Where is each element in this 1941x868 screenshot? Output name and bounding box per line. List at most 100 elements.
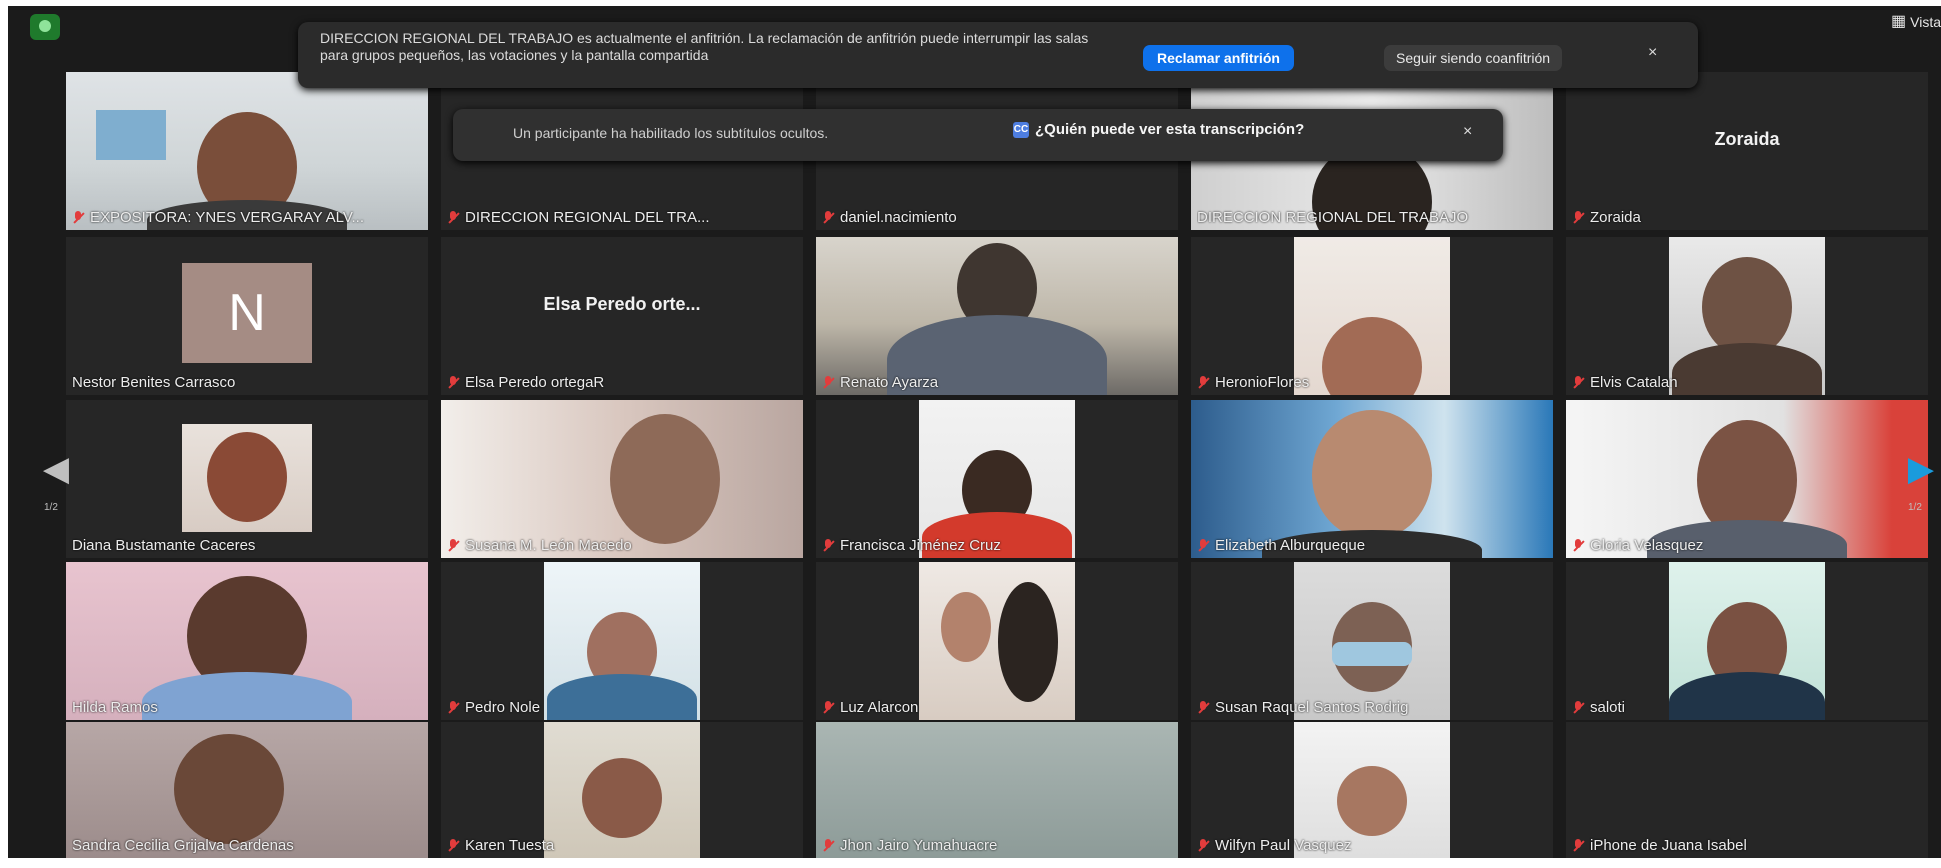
participant-name-text: saloti — [1590, 699, 1626, 716]
participant-video — [1294, 237, 1450, 395]
muted-mic-icon — [1572, 700, 1584, 715]
participant-name: iPhone de Juana Isabel — [1572, 837, 1922, 854]
participant-name-text: iPhone de Juana Isabel — [1590, 837, 1747, 854]
participant-name: Susan Raquel Santos Rodrig — [1197, 699, 1547, 716]
participant-name: Sandra Cecilia Grijalva Cardenas — [72, 837, 422, 854]
participant-tile[interactable]: Elsa Peredo orte... Elsa Peredo ortegaR — [441, 237, 803, 395]
muted-mic-icon — [447, 700, 459, 715]
participant-name-text: Susan Raquel Santos Rodrig — [1215, 699, 1409, 716]
participant-tile[interactable]: iPhone de Juana Isabel — [1566, 722, 1928, 858]
participant-video — [1566, 400, 1928, 558]
page-indicator-right: 1/2 — [1908, 502, 1922, 513]
participant-name-text: Karen Tuesta — [465, 837, 555, 854]
participant-name-text: Hilda Ramos — [72, 699, 158, 716]
participant-tile[interactable]: Karen Tuesta — [441, 722, 803, 858]
participant-name: Pedro Nole — [447, 699, 797, 716]
view-label: Vista — [1910, 14, 1941, 30]
participant-tile[interactable]: Diana Bustamante Caceres — [66, 400, 428, 558]
view-button[interactable]: ▦ Vista — [1891, 13, 1941, 31]
participant-video — [1669, 562, 1825, 720]
participant-video — [66, 562, 428, 720]
muted-mic-icon — [1572, 210, 1584, 225]
close-icon[interactable]: × — [1648, 44, 1657, 62]
participant-tile[interactable]: Francisca Jiménez Cruz — [816, 400, 1178, 558]
participant-tile[interactable]: HeronioFlores — [1191, 237, 1553, 395]
banner-message: DIRECCION REGIONAL DEL TRABAJO es actual… — [320, 30, 1089, 63]
participant-name-text: Sandra Cecilia Grijalva Cardenas — [72, 837, 294, 854]
previous-page-button[interactable]: ◀ — [36, 434, 76, 504]
close-icon[interactable]: × — [1463, 123, 1472, 141]
muted-mic-icon — [447, 375, 459, 390]
participant-name: Francisca Jiménez Cruz — [822, 537, 1172, 554]
participant-tile[interactable]: Elizabeth Alburqueque — [1191, 400, 1553, 558]
participant-name-text: Francisca Jiménez Cruz — [840, 537, 1001, 554]
participant-name: HeronioFlores — [1197, 374, 1547, 391]
cc-icon: CC — [1013, 121, 1029, 138]
face-mask — [1332, 642, 1412, 666]
muted-mic-icon — [822, 538, 834, 553]
participant-name-text: DIRECCION REGIONAL DEL TRABAJO — [1197, 209, 1469, 226]
captions-message: Un participante ha habilitado los subtít… — [513, 125, 829, 141]
remain-cohost-button[interactable]: Seguir siendo coanfitrión — [1384, 45, 1563, 71]
muted-mic-icon — [822, 210, 834, 225]
muted-mic-icon — [1197, 375, 1209, 390]
participant-tile[interactable]: N Nestor Benites Carrasco — [66, 237, 428, 395]
claim-host-button[interactable]: Reclamar anfitrión — [1143, 45, 1294, 71]
participant-name: Elizabeth Alburqueque — [1197, 537, 1547, 554]
participant-name-text: Diana Bustamante Caceres — [72, 537, 256, 554]
participant-tile[interactable]: Susana M. León Macedo — [441, 400, 803, 558]
transcript-visibility-link[interactable]: CC ¿Quién puede ver esta transcripción? — [1013, 121, 1304, 138]
participant-tile[interactable]: Susan Raquel Santos Rodrig — [1191, 562, 1553, 720]
participant-name-text: Luz Alarcon — [840, 699, 919, 716]
participant-name-text: daniel.nacimiento — [840, 209, 957, 226]
participant-video — [1669, 237, 1825, 395]
participant-video — [919, 562, 1075, 720]
zoom-meeting-window: ▦ Vista EXPOSITORA: YNES VERGARAY ALV...… — [8, 6, 1941, 858]
participant-name-text: Wilfyn Paul Vasquez — [1215, 837, 1352, 854]
page-indicator-left: 1/2 — [44, 502, 58, 513]
participant-name: Gloria Velasquez — [1572, 537, 1922, 554]
participant-display-name: Zoraida — [1714, 128, 1780, 149]
participant-tile[interactable]: saloti — [1566, 562, 1928, 720]
next-page-button[interactable]: ▶ — [1901, 434, 1941, 504]
participant-video — [66, 72, 428, 230]
participant-tile[interactable]: EXPOSITORA: YNES VERGARAY ALV... — [66, 72, 428, 230]
participant-tile[interactable]: Zoraida Zoraida — [1566, 72, 1928, 230]
transcript-visibility-text: ¿Quién puede ver esta transcripción? — [1035, 121, 1305, 138]
participant-name: Hilda Ramos — [72, 699, 422, 716]
muted-mic-icon — [1572, 375, 1584, 390]
participant-name: Jhon Jairo Yumahuacre — [822, 837, 1172, 854]
security-shield-icon[interactable] — [30, 14, 60, 40]
participant-head — [173, 734, 284, 844]
participant-video — [919, 400, 1075, 558]
muted-mic-icon — [1197, 838, 1209, 853]
participant-tile[interactable]: Luz Alarcon — [816, 562, 1178, 720]
participant-head — [998, 582, 1059, 702]
participant-name: Elvis Catalan — [1572, 374, 1922, 391]
participant-tile[interactable]: Elvis Catalan — [1566, 237, 1928, 395]
participant-video — [544, 562, 700, 720]
participant-name: DIRECCION REGIONAL DEL TRABAJO — [1197, 209, 1547, 226]
participant-name: Elsa Peredo ortegaR — [447, 374, 797, 391]
participant-name: Nestor Benites Carrasco — [72, 374, 422, 391]
participant-video — [182, 424, 312, 532]
participant-tile[interactable]: Renato Ayarza — [816, 237, 1178, 395]
participant-video — [1191, 400, 1553, 558]
participant-tile-active-speaker[interactable]: Hilda Ramos — [66, 562, 428, 720]
chevron-right-icon: ▶ — [1907, 450, 1935, 488]
grid-icon: ▦ — [1891, 13, 1907, 30]
participant-tile[interactable]: Pedro Nole — [441, 562, 803, 720]
participant-tile[interactable]: Wilfyn Paul Vasquez — [1191, 722, 1553, 858]
participant-name-text: Jhon Jairo Yumahuacre — [840, 837, 998, 854]
participant-name-text: HeronioFlores — [1215, 374, 1310, 391]
participant-video — [441, 400, 803, 558]
chevron-left-icon: ◀ — [42, 450, 70, 488]
participant-name-text: DIRECCION REGIONAL DEL TRA... — [465, 209, 710, 226]
participant-tile[interactable]: Sandra Cecilia Grijalva Cardenas — [66, 722, 428, 858]
participant-name-text: Gloria Velasquez — [1590, 537, 1704, 554]
participant-tile[interactable]: Gloria Velasquez — [1566, 400, 1928, 558]
muted-mic-icon — [1197, 700, 1209, 715]
wall-picture — [96, 110, 166, 160]
participant-tile[interactable]: Jhon Jairo Yumahuacre — [816, 722, 1178, 858]
participant-head — [610, 414, 721, 544]
